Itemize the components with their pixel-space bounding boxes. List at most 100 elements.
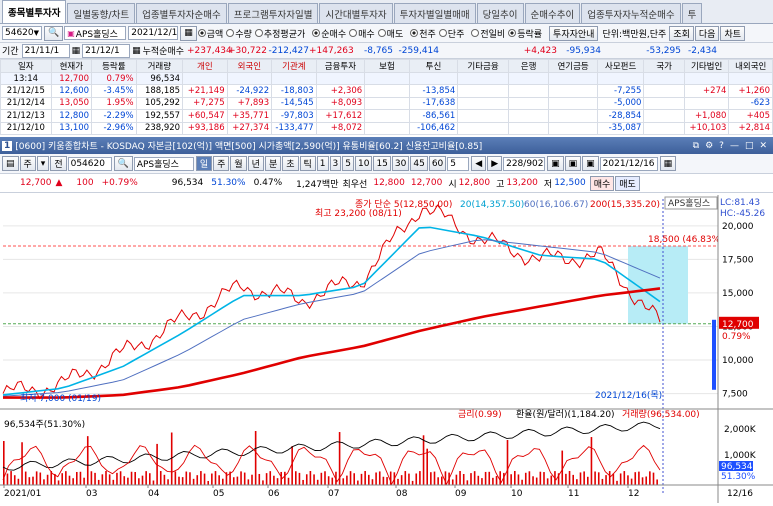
radio-opts2-2[interactable]: 매도	[377, 27, 403, 40]
minute-60[interactable]: 60	[428, 156, 447, 171]
radio-icon[interactable]	[410, 29, 419, 37]
minute-15[interactable]: 15	[373, 156, 391, 171]
table-row[interactable]: 21/12/15 12,600 -3.45% 188,185 +21,149 -24,92…	[0, 84, 773, 98]
column-header[interactable]: 외국인	[226, 59, 273, 73]
minute-30[interactable]: 30	[391, 156, 410, 171]
calendar-icon[interactable]: ▦	[180, 25, 197, 41]
period-초[interactable]: 초	[282, 156, 299, 171]
all-icon[interactable]: 전	[50, 156, 67, 171]
next-button[interactable]: 다음	[694, 25, 720, 41]
period-일[interactable]: 일	[195, 156, 213, 171]
radio-icon[interactable]	[312, 29, 321, 37]
column-header[interactable]: 일자	[0, 59, 52, 73]
radio-icon[interactable]	[438, 29, 447, 37]
tab-6[interactable]: 당일추이	[476, 3, 524, 23]
tab-1[interactable]: 일별동향/차트	[67, 3, 136, 23]
close-icon[interactable]: ✕	[759, 141, 767, 151]
stock-name-field[interactable]: ▣ APS홀딩스	[64, 26, 127, 40]
chart-stock-name[interactable]: APS홀딩스	[133, 156, 194, 171]
minute-select[interactable]: 5	[447, 156, 470, 171]
radio-icon[interactable]	[197, 29, 206, 37]
tab-5[interactable]: 투자자별일별매매	[393, 3, 476, 23]
radio-opts3-0[interactable]: 천주	[410, 27, 436, 40]
column-header[interactable]: 국가	[643, 59, 685, 73]
minute-5[interactable]: 5	[342, 156, 354, 171]
chart-button[interactable]: 차트	[720, 25, 745, 41]
radio-icon[interactable]	[254, 29, 263, 37]
radio-icon[interactable]	[471, 29, 480, 37]
column-header[interactable]: 투신	[408, 59, 459, 73]
tab-0[interactable]: 종목별투자자	[2, 0, 67, 23]
candle-type-icon[interactable]: ▣	[547, 156, 564, 171]
radio-opts3-1[interactable]: 단주	[438, 27, 464, 40]
search-icon[interactable]: 🔍	[44, 25, 64, 41]
dropdown-icon[interactable]: ▾	[36, 156, 50, 171]
search-icon[interactable]: 🔍	[113, 156, 133, 171]
line-type-icon[interactable]: ▣	[564, 156, 582, 171]
restore-icon[interactable]: ⧉	[693, 141, 699, 151]
chart-list-icon[interactable]: ▤	[2, 156, 19, 171]
column-header[interactable]: 금융투자	[315, 59, 366, 73]
column-header[interactable]: 개인	[182, 59, 228, 73]
column-header[interactable]: 기타법인	[683, 59, 730, 73]
bar-type-icon[interactable]: ▣	[582, 156, 599, 171]
table-row[interactable]: 13:14 12,700 0.79% 96,534	[0, 71, 773, 86]
radio-icon[interactable]	[349, 29, 358, 37]
table-row[interactable]: 21/12/14 13,050 1.95% 105,292 +7,275 +7,893 -1…	[0, 96, 773, 111]
radio-opts-0[interactable]: 금액	[197, 27, 223, 40]
column-header[interactable]: 기타금융	[457, 59, 509, 73]
chart-code-input[interactable]: 054620	[67, 156, 112, 171]
period-년[interactable]: 년	[247, 156, 264, 171]
radio-opts2-0[interactable]: 순매수	[312, 27, 346, 40]
radio-opts4-1[interactable]: 등락률	[508, 27, 542, 40]
radio-opts-2[interactable]: 추정평균가	[254, 27, 305, 40]
minute-1[interactable]: 1	[316, 156, 329, 171]
minimize-icon[interactable]: —	[730, 141, 739, 151]
column-header[interactable]: 은행	[507, 59, 550, 73]
price-chart-area[interactable]: 최저 7,000 (01/19) 최고 23,200 (08/11) 18,500 …	[0, 195, 773, 503]
period-주[interactable]: 주	[213, 156, 230, 171]
radio-opts2-1[interactable]: 매수	[349, 27, 375, 40]
calendar-icon[interactable]: ▦	[659, 156, 677, 171]
from-date-input[interactable]: 21/11/1	[21, 43, 70, 58]
radio-icon[interactable]	[508, 29, 517, 37]
minute-10[interactable]: 10	[355, 156, 373, 171]
search-button[interactable]: 조회	[669, 25, 694, 41]
chart-main-icon[interactable]: 주	[19, 156, 36, 171]
column-header[interactable]: 연기금등	[548, 59, 598, 73]
column-header[interactable]: 거래량	[135, 59, 184, 73]
column-header[interactable]: 현재가	[50, 59, 93, 73]
period-월[interactable]: 월	[230, 156, 247, 171]
calendar-icon[interactable]: ▦	[132, 46, 141, 56]
tab-7[interactable]: 순매수추이	[524, 3, 581, 23]
column-header[interactable]: 보험	[364, 59, 410, 73]
prev-icon[interactable]: ◀	[471, 156, 487, 171]
column-header[interactable]: 기관계	[271, 59, 317, 73]
minute-3[interactable]: 3	[329, 156, 342, 171]
radio-icon[interactable]	[377, 29, 386, 37]
investor-guide-button[interactable]: 투자자안내	[549, 25, 599, 41]
calendar-icon[interactable]: ▦	[72, 46, 81, 56]
radio-icon[interactable]	[226, 29, 235, 37]
sell-button[interactable]: 매도	[615, 175, 640, 191]
column-header[interactable]: 내외국인	[728, 59, 773, 73]
maximize-icon[interactable]: □	[745, 141, 754, 151]
to-date-input[interactable]: 21/12/1	[82, 43, 131, 58]
buy-button[interactable]: 매수	[589, 175, 615, 191]
settings-icon[interactable]: ⚙	[705, 141, 713, 151]
tab-8[interactable]: 업종투자자누적순매수	[581, 3, 681, 23]
table-row[interactable]: 21/12/10 13,100 -2.96% 238,920 +93,186 +27,37…	[0, 121, 773, 135]
column-header[interactable]: 등락률	[91, 59, 137, 73]
help-icon[interactable]: ?	[719, 141, 724, 151]
radio-opts-1[interactable]: 수량	[226, 27, 252, 40]
tab-2[interactable]: 업종별투자자순매수	[136, 3, 227, 23]
column-header[interactable]: 사모펀드	[596, 59, 645, 73]
radio-opts4-0[interactable]: 전일비	[471, 27, 505, 40]
chart-date-input[interactable]: 2021/12/16	[599, 156, 658, 171]
bar-count[interactable]: 228/902	[503, 156, 546, 171]
tab-4[interactable]: 시간대별투자자	[319, 3, 393, 23]
minute-45[interactable]: 45	[410, 156, 428, 171]
tab-9[interactable]: 투	[681, 3, 703, 23]
stock-code-input[interactable]: 54620 ▼	[2, 26, 42, 40]
period-틱[interactable]: 틱	[299, 156, 316, 171]
